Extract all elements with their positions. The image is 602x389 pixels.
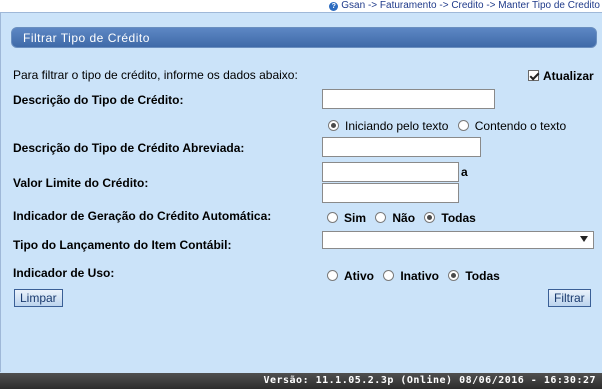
geracao-option-nao[interactable]: Não — [375, 211, 415, 225]
descricao-input[interactable] — [322, 89, 495, 109]
instructions-text: Para filtrar o tipo de crédito, informe … — [13, 68, 298, 82]
descricao-abreviada-label: Descrição do Tipo de Crédito Abreviada: — [13, 141, 245, 155]
filtrar-button[interactable]: Filtrar — [548, 289, 591, 307]
geracao-option-sim[interactable]: Sim — [327, 211, 366, 225]
help-icon[interactable]: ? — [329, 1, 339, 11]
geracao-automatica-label: Indicador de Geração do Crédito Automáti… — [13, 209, 272, 223]
descricao-label: Descrição do Tipo de Crédito: — [13, 93, 184, 107]
radio-iniciando[interactable] — [328, 119, 339, 131]
radio-geracao-todas[interactable] — [424, 211, 436, 223]
version-footer: Versão: 11.1.05.2.3p (Online) 08/06/2016… — [0, 373, 602, 389]
form-titlebar: Filtrar Tipo de Crédito — [11, 27, 597, 48]
breadcrumb-text: Gsan -> Faturamento -> Credito -> Manter… — [341, 0, 600, 11]
geracao-automatica-group: Sim Não Todas — [327, 211, 482, 227]
geracao-option-todas[interactable]: Todas — [424, 211, 476, 225]
radio-uso-ativo-label: Ativo — [344, 269, 374, 283]
lancamento-contabil-label: Tipo do Lançamento do Item Contábil: — [13, 238, 232, 252]
limpar-button[interactable]: Limpar — [14, 289, 63, 307]
radio-uso-inativo-label: Inativo — [400, 269, 440, 283]
top-bar: ? Gsan -> Faturamento -> Credito -> Mant… — [0, 0, 602, 12]
atualizar-checkbox[interactable] — [528, 69, 539, 81]
radio-uso-todas-label: Todas — [465, 269, 500, 283]
radio-geracao-nao-label: Não — [392, 211, 416, 225]
indicador-uso-label: Indicador de Uso: — [13, 266, 115, 280]
uso-option-todas[interactable]: Todas — [448, 269, 500, 283]
match-mode-group: Iniciando pelo texto Contendo o texto — [328, 119, 572, 135]
radio-uso-ativo[interactable] — [327, 269, 338, 281]
page-title: Filtrar Tipo de Crédito — [23, 31, 150, 45]
valor-limite-separator: a — [461, 165, 468, 179]
uso-option-ativo[interactable]: Ativo — [327, 269, 374, 283]
descricao-abreviada-input[interactable] — [322, 137, 481, 157]
radio-uso-inativo[interactable] — [383, 269, 395, 281]
radio-geracao-sim[interactable] — [327, 211, 338, 223]
radio-geracao-nao[interactable] — [375, 211, 387, 223]
breadcrumb: ? Gsan -> Faturamento -> Credito -> Mant… — [329, 0, 600, 12]
radio-geracao-todas-label: Todas — [441, 211, 476, 225]
chevron-down-icon[interactable] — [580, 236, 588, 242]
radio-iniciando-label: Iniciando pelo texto — [345, 119, 449, 133]
form-panel: Filtrar Tipo de Crédito — [0, 12, 602, 372]
valor-limite-to-input[interactable] — [322, 183, 459, 203]
radio-geracao-sim-label: Sim — [344, 211, 367, 225]
lancamento-contabil-select[interactable] — [322, 231, 594, 249]
radio-uso-todas[interactable] — [448, 269, 460, 281]
match-option-contendo[interactable]: Contendo o texto — [457, 119, 567, 133]
match-option-iniciando[interactable]: Iniciando pelo texto — [328, 119, 448, 133]
radio-contendo[interactable] — [457, 119, 469, 131]
valor-limite-label: Valor Limite do Crédito: — [13, 176, 149, 190]
uso-option-inativo[interactable]: Inativo — [383, 269, 439, 283]
radio-contendo-label: Contendo o texto — [474, 119, 567, 133]
atualizar-option[interactable]: Atualizar — [528, 69, 594, 83]
indicador-uso-group: Ativo Inativo Todas — [327, 269, 506, 285]
valor-limite-from-input[interactable] — [322, 162, 459, 182]
atualizar-label: Atualizar — [543, 69, 594, 83]
